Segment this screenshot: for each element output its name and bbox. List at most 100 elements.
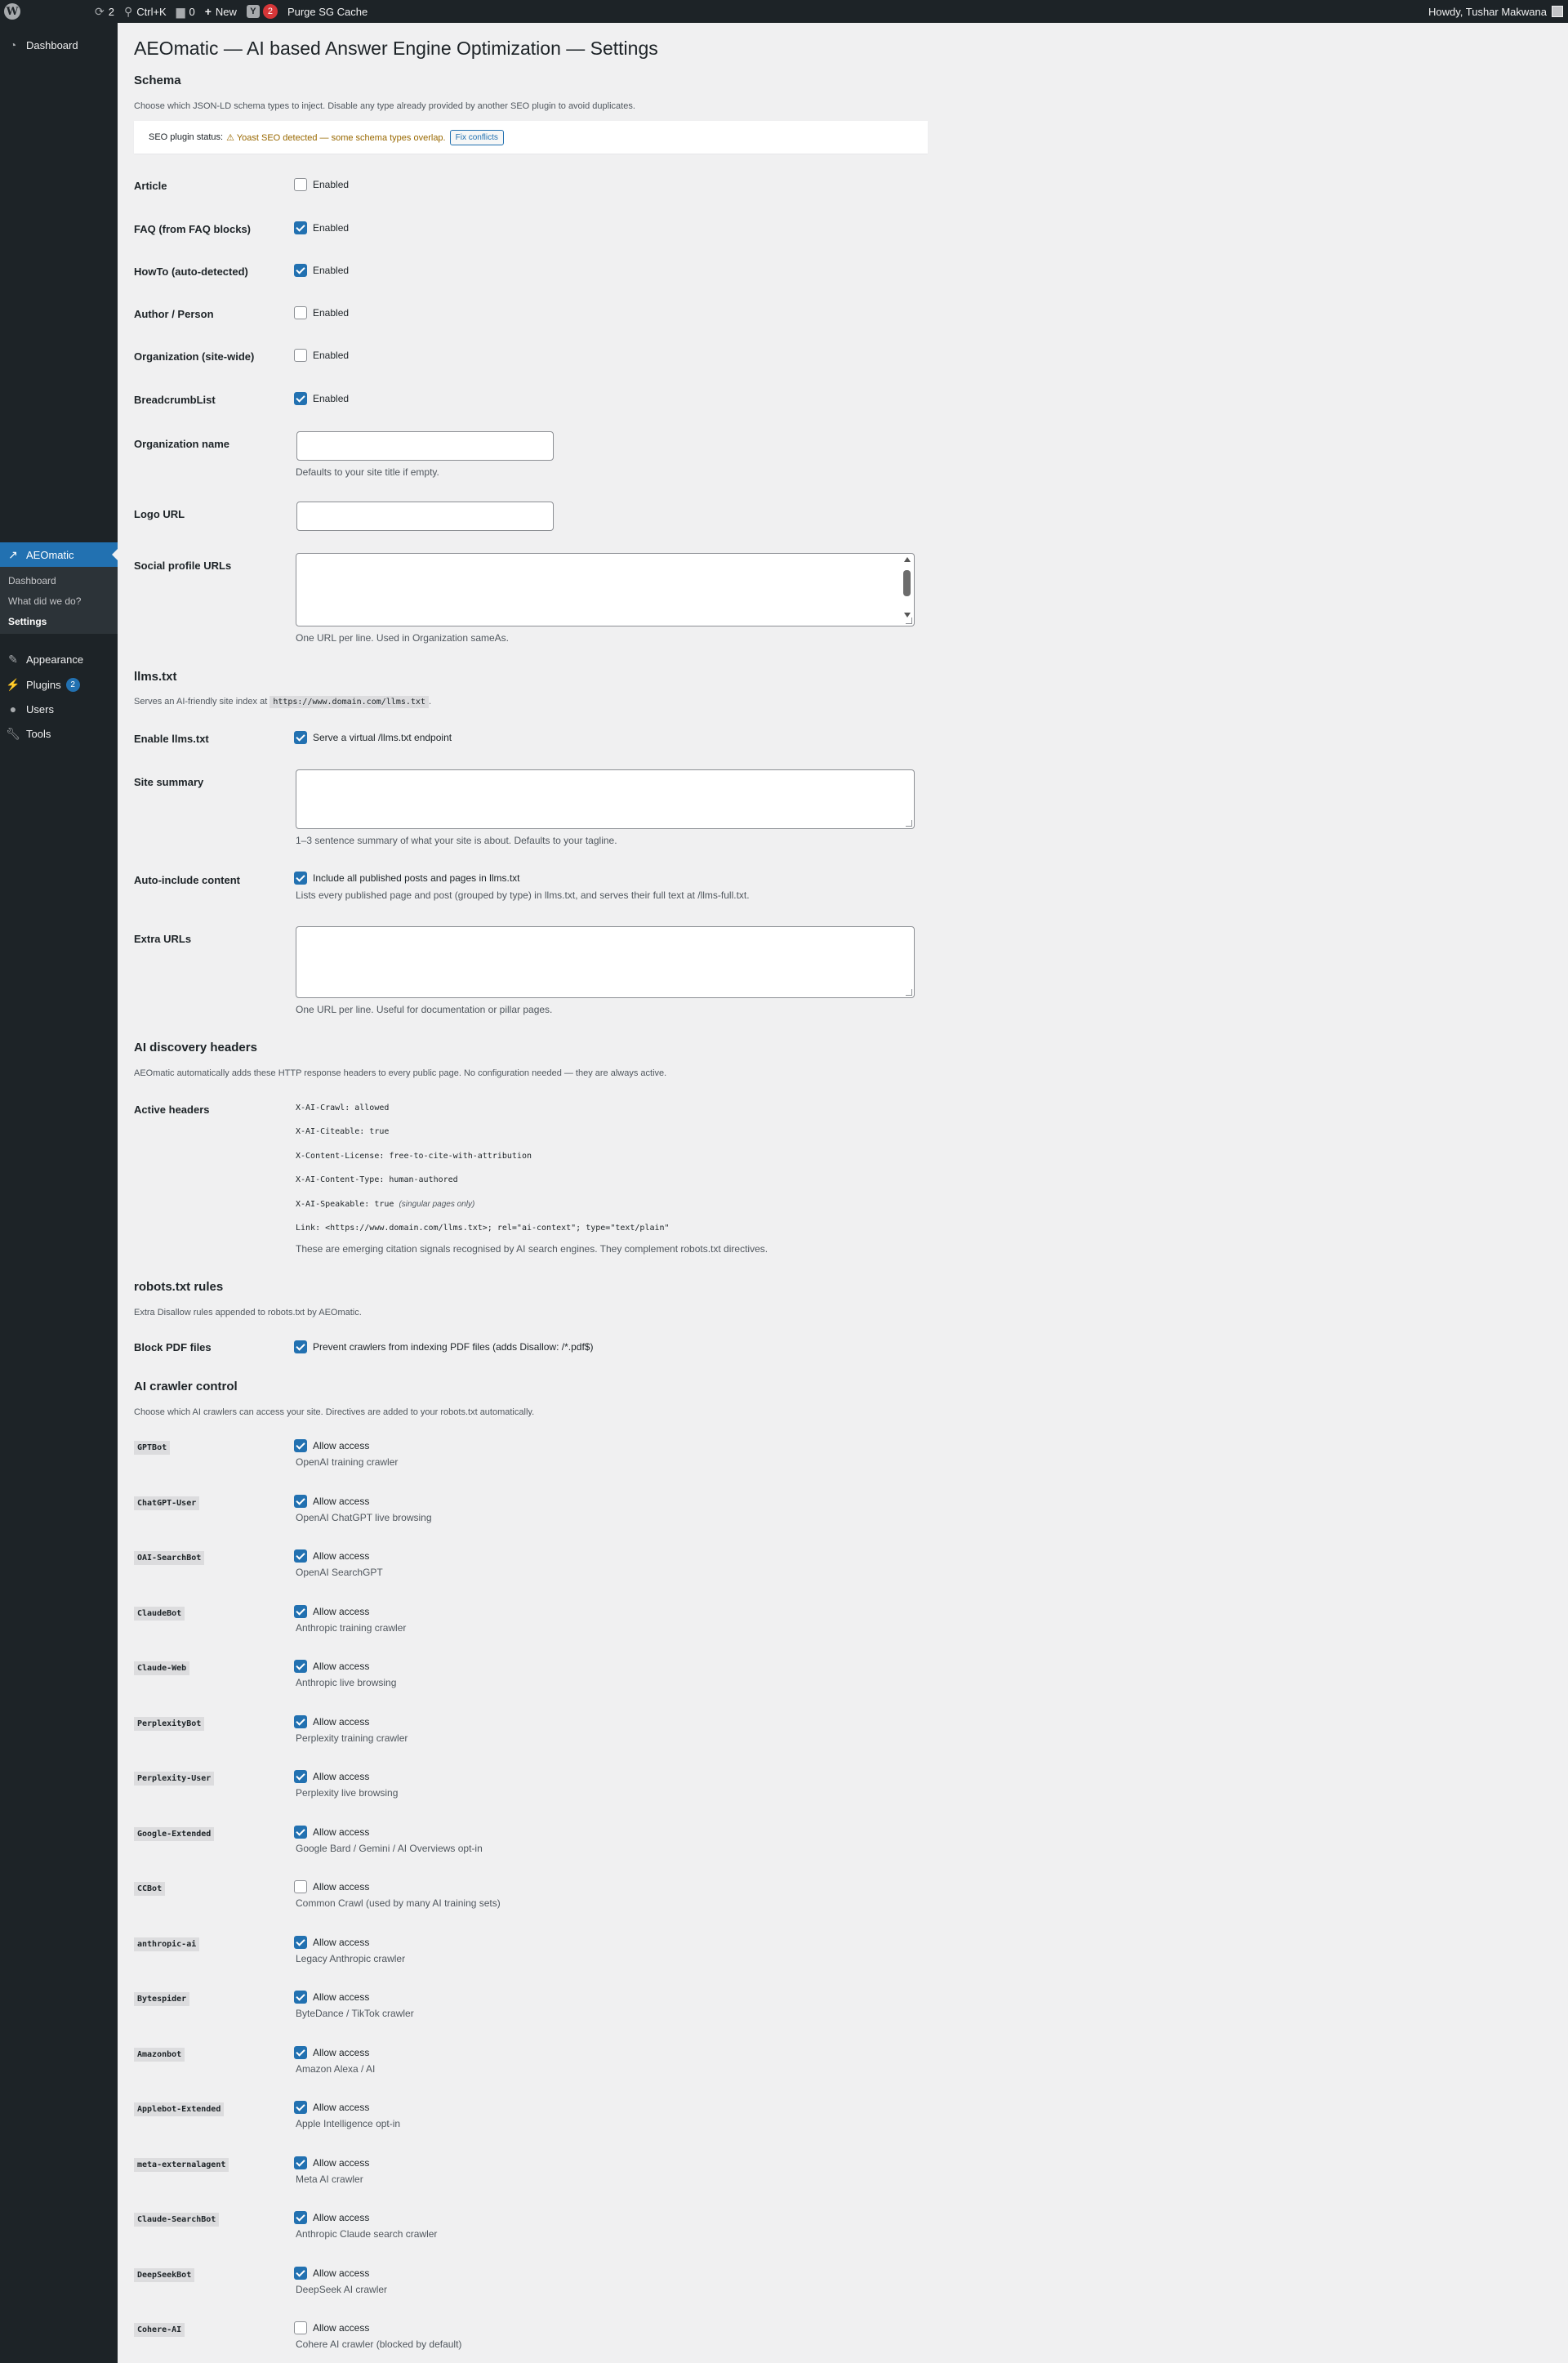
section-title-robots: robots.txt rules [134,1280,224,1294]
crawler-allow-row[interactable]: Allow access [294,1439,369,1452]
crawler-allow-checkbox[interactable] [294,1605,307,1618]
crawler-allow-row[interactable]: Allow access [294,2211,369,2224]
sidebar-item-label: Plugins [26,678,61,691]
crawler-allow-checkbox[interactable] [294,1660,307,1673]
purge-cache-button[interactable]: Purge SG Cache [283,0,372,23]
crawler-allow-checkbox[interactable] [294,1495,307,1508]
updates-menu[interactable]: ⟳ 2 [90,0,119,23]
social-urls-textarea[interactable] [296,553,915,626]
crawler-allow-checkbox[interactable] [294,1770,307,1783]
dashboard-icon: ◔ [9,38,17,51]
crawler-allow-row[interactable]: Allow access [294,1936,369,1949]
schema-enabled-checkbox[interactable] [294,392,307,405]
section-title-llms: llms.txt [134,670,177,684]
submenu-item-what-did-we-do[interactable]: What did we do? [0,591,118,611]
crawler-allow-checkbox[interactable] [294,2321,307,2334]
enable-llms-checkbox-row[interactable]: Serve a virtual /llms.txt endpoint [294,731,452,744]
site-summary-textarea[interactable] [296,769,915,829]
crawler-allow-checkbox[interactable] [294,1826,307,1839]
crawler-allow-checkbox[interactable] [294,2156,307,2169]
crawler-allow-label: Allow access [313,1661,370,1672]
crawler-description: Anthropic training crawler [296,1622,407,1634]
sidebar-item-aeomatic[interactable]: ↗ AEOmatic [0,542,118,567]
crawler-allow-row[interactable]: Allow access [294,2321,369,2334]
crawler-allow-row[interactable]: Allow access [294,1770,369,1783]
speakable-note: (singular pages only) [399,1200,475,1209]
crawler-allow-checkbox[interactable] [294,1880,307,1893]
schema-enabled-checkbox[interactable] [294,178,307,191]
auto-include-checkbox-row[interactable]: Include all published posts and pages in… [294,872,519,885]
crawler-name-badge: Perplexity-User [134,1772,215,1786]
crawler-allow-row[interactable]: Allow access [294,2156,369,2169]
resize-handle[interactable] [906,820,912,827]
auto-include-checkbox[interactable] [294,872,307,885]
textarea-scrollbar[interactable] [902,555,912,618]
admin-bar: W ⟳ 2 ⚲ Ctrl+K ▆ 0 + New Y 2 Purge SG Ca… [0,0,1568,23]
logo-url-input[interactable] [296,502,554,531]
crawler-allow-checkbox[interactable] [294,2101,307,2114]
block-pdf-checkbox-row[interactable]: Prevent crawlers from indexing PDF files… [294,1340,593,1353]
sidebar-item-appearance[interactable]: ✎ Appearance [0,647,118,671]
crawler-allow-row[interactable]: Allow access [294,1549,369,1563]
crawler-allow-row[interactable]: Allow access [294,1605,369,1618]
schema-checkbox-row[interactable]: Enabled [294,306,349,319]
schema-checkbox-row[interactable]: Enabled [294,221,349,234]
schema-checkbox-row[interactable]: Enabled [294,392,349,405]
sidebar-item-label: Appearance [26,653,84,666]
schema-enabled-checkbox[interactable] [294,306,307,319]
enable-llms-checkbox[interactable] [294,731,307,744]
crawler-allow-row[interactable]: Allow access [294,2267,369,2280]
llms-url-code: https://www.domain.com/llms.txt [270,696,429,708]
crawler-allow-row[interactable]: Allow access [294,1880,369,1893]
crawler-allow-row[interactable]: Allow access [294,1715,369,1728]
crawler-allow-checkbox[interactable] [294,1549,307,1563]
crawler-allow-row[interactable]: Allow access [294,1826,369,1839]
command-palette-button[interactable]: ⚲ Ctrl+K [119,0,172,23]
crawler-allow-checkbox[interactable] [294,2267,307,2280]
wordpress-logo-menu[interactable]: W [0,0,24,23]
extra-urls-textarea[interactable] [296,926,915,998]
resize-handle[interactable] [906,989,912,996]
yoast-menu[interactable]: Y 2 [242,0,283,23]
crawler-allow-checkbox[interactable] [294,1936,307,1949]
sidebar-item-tools[interactable]: 🔧︎ Tools [0,721,118,746]
paintbrush-icon: ✎ [8,652,18,666]
resize-handle[interactable] [906,618,912,624]
notice-warning: ⚠ Yoast SEO detected — some schema types… [226,132,446,143]
crawler-allow-row[interactable]: Allow access [294,1495,369,1508]
crawler-allow-checkbox[interactable] [294,1439,307,1452]
schema-checkbox-row[interactable]: Enabled [294,349,349,362]
schema-enabled-checkbox[interactable] [294,349,307,362]
crawler-allow-checkbox[interactable] [294,1715,307,1728]
comments-menu[interactable]: ▆ 0 [172,0,200,23]
search-icon: ⚲ [123,4,133,18]
sidebar-item-plugins[interactable]: ⚡ Plugins 2 [0,672,118,697]
crawler-allow-row[interactable]: Allow access [294,2046,369,2059]
crawler-allow-label: Allow access [313,2047,370,2058]
schema-enabled-checkbox[interactable] [294,221,307,234]
submenu-item-settings[interactable]: Settings [0,611,118,631]
schema-checkbox-row[interactable]: Enabled [294,264,349,277]
crawler-allow-checkbox[interactable] [294,1991,307,2004]
crawler-allow-row[interactable]: Allow access [294,1991,369,2004]
block-pdf-checkbox[interactable] [294,1340,307,1353]
fix-conflicts-button[interactable]: Fix conflicts [449,129,504,145]
schema-enabled-checkbox[interactable] [294,264,307,277]
new-content-menu[interactable]: + New [200,0,242,23]
crawler-name-badge: Amazonbot [134,2048,185,2062]
crawler-allow-checkbox[interactable] [294,2046,307,2059]
submenu-item-dashboard[interactable]: Dashboard [0,570,118,591]
header-line-license: X-Content-License: free-to-cite-with-att… [296,1152,532,1161]
crawler-allow-checkbox[interactable] [294,2211,307,2224]
org-name-input[interactable] [296,431,554,461]
avatar [1552,6,1563,17]
account-menu[interactable]: Howdy, Tushar Makwana [1423,0,1568,23]
schema-checkbox-row[interactable]: Enabled [294,178,349,191]
crawler-name-badge: Claude-Web [134,1661,190,1675]
crawler-allow-row[interactable]: Allow access [294,1660,369,1673]
section-title-schema: Schema [134,74,181,87]
sidebar-item-users[interactable]: ● Users [0,697,118,721]
sidebar-item-dashboard[interactable]: ◔ Dashboard [0,33,118,57]
crawler-description: OpenAI SearchGPT [296,1567,383,1578]
crawler-allow-row[interactable]: Allow access [294,2101,369,2114]
